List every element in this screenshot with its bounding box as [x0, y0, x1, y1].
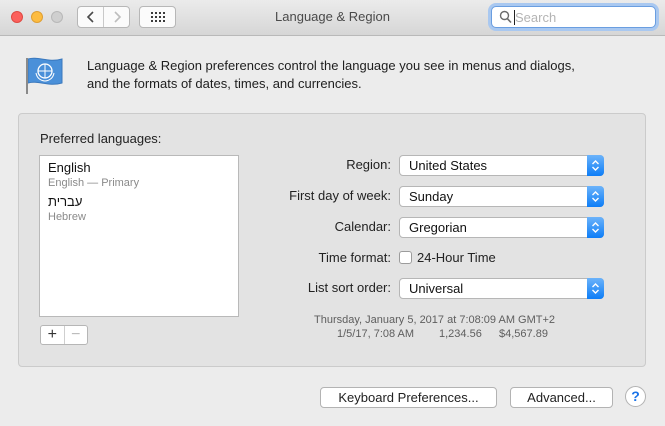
- back-button[interactable]: [78, 7, 103, 27]
- popup-arrows-icon: [587, 186, 604, 207]
- region-label: Region:: [346, 157, 391, 172]
- language-name: עברית: [48, 194, 83, 209]
- close-button[interactable]: [11, 11, 23, 23]
- time-format-label: Time format:: [318, 250, 391, 265]
- sample-currency: $4,567.89: [499, 328, 548, 340]
- language-subtitle: Hebrew: [48, 211, 86, 223]
- first-day-value: Sunday: [409, 189, 454, 204]
- grid-icon: [150, 12, 165, 22]
- chevron-right-icon: [113, 11, 121, 23]
- search-icon: [499, 10, 512, 24]
- popup-arrows-icon: [587, 278, 604, 299]
- first-day-popup[interactable]: Sunday: [399, 186, 604, 207]
- window-title: Language & Region: [275, 9, 390, 24]
- language-list[interactable]: English English — Primary עברית Hebrew: [39, 155, 239, 317]
- help-button[interactable]: ?: [625, 386, 646, 407]
- zoom-button[interactable]: [51, 11, 63, 23]
- first-day-label: First day of week:: [289, 188, 391, 203]
- add-remove-control: + −: [40, 325, 88, 345]
- description: Language & Region preferences control th…: [87, 57, 647, 93]
- preferred-languages-label: Preferred languages:: [40, 131, 162, 146]
- search-input[interactable]: [515, 9, 649, 25]
- calendar-label: Calendar:: [334, 219, 391, 234]
- region-popup[interactable]: United States: [399, 155, 604, 176]
- sort-order-popup[interactable]: Universal: [399, 278, 604, 299]
- sample-datetime: Thursday, January 5, 2017 at 7:08:09 AM …: [314, 314, 556, 326]
- language-name: English: [48, 160, 91, 175]
- 24-hour-checkbox[interactable]: [399, 251, 412, 264]
- show-all-button[interactable]: [139, 6, 176, 28]
- search-field[interactable]: [491, 6, 656, 28]
- sample-short-date: 1/5/17, 7:08 AM: [337, 328, 415, 340]
- description-line-2: and the formats of dates, times, and cur…: [87, 76, 362, 91]
- sample-number: 1,234.56: [439, 328, 482, 340]
- calendar-popup[interactable]: Gregorian: [399, 217, 604, 238]
- add-language-button[interactable]: +: [41, 326, 64, 344]
- region-value: United States: [409, 158, 488, 173]
- language-subtitle: English — Primary: [48, 177, 140, 189]
- popup-arrows-icon: [587, 217, 604, 238]
- advanced-button[interactable]: Advanced...: [510, 387, 613, 408]
- remove-language-button[interactable]: −: [63, 326, 88, 344]
- keyboard-preferences-button[interactable]: Keyboard Preferences...: [320, 387, 497, 408]
- list-item-english[interactable]: English English — Primary: [40, 156, 238, 190]
- chevron-left-icon: [86, 11, 94, 23]
- 24-hour-label[interactable]: 24-Hour Time: [417, 250, 496, 265]
- calendar-value: Gregorian: [409, 220, 467, 235]
- navigation-buttons: [77, 6, 130, 28]
- flag-icon: [22, 55, 66, 98]
- title-bar: Language & Region: [0, 0, 665, 36]
- sort-order-label: List sort order:: [307, 280, 391, 295]
- description-line-1: Language & Region preferences control th…: [87, 58, 575, 73]
- list-item-hebrew[interactable]: עברית Hebrew: [40, 190, 238, 224]
- sort-order-value: Universal: [409, 281, 464, 296]
- forward-button[interactable]: [103, 7, 129, 27]
- popup-arrows-icon: [587, 155, 604, 176]
- minimize-button[interactable]: [31, 11, 43, 23]
